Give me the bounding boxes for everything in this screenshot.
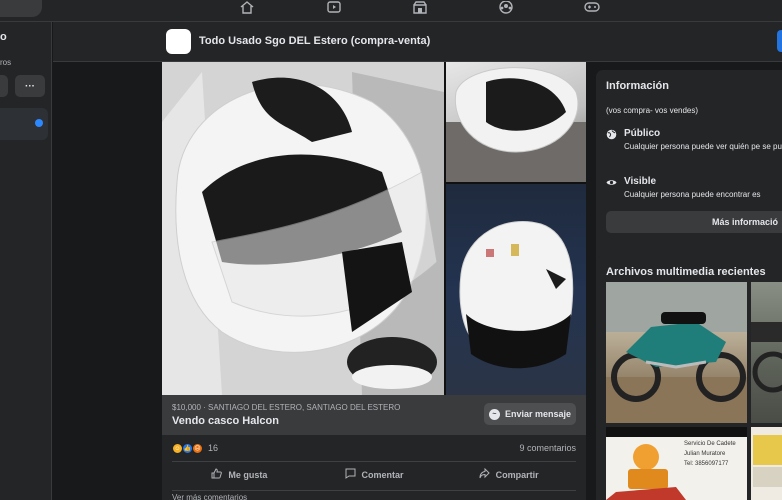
- send-message-label: Enviar mensaje: [504, 409, 572, 419]
- public-title: Público: [624, 128, 661, 139]
- group-info-card: Información (vos compra- vos vendes) Púb…: [596, 70, 782, 271]
- media-heading: Archivos multimedia recientes: [606, 266, 766, 278]
- top-navigation: [0, 0, 782, 22]
- sidebar-more-button[interactable]: ···: [15, 75, 45, 97]
- ad-line-1: Servicio De Cadete: [684, 441, 736, 447]
- messenger-icon: ~: [488, 408, 500, 420]
- ad-line-3: Tel: 3856097177: [684, 461, 729, 467]
- media-thumbnail-motorcycle[interactable]: [606, 282, 747, 423]
- comment-label: Comentar: [361, 469, 404, 480]
- visible-title: Visible: [624, 176, 657, 187]
- marketplace-icon[interactable]: [411, 0, 429, 14]
- info-heading: Información: [606, 80, 669, 92]
- reaction-emojis[interactable]: ☺ 👍 ☹: [172, 443, 203, 454]
- left-sidebar: o ros ···: [0, 22, 52, 500]
- privacy-public-row: Público Cualquier persona puede ver quié…: [606, 128, 782, 166]
- group-header: Todo Usado Sgo DEL Estero (compra-venta): [53, 22, 782, 62]
- unread-dot: [35, 119, 43, 127]
- group-name[interactable]: Todo Usado Sgo DEL Estero (compra-venta): [199, 35, 430, 47]
- media-thumbnail-sign[interactable]: [751, 427, 782, 500]
- share-label: Compartir: [495, 469, 539, 480]
- photo-grid[interactable]: [162, 62, 586, 395]
- like-label: Me gusta: [228, 469, 268, 480]
- search-bar[interactable]: [0, 0, 42, 17]
- listing-price-location: $10,000 · SANTIAGO DEL ESTERO, SANTIAGO …: [172, 403, 401, 412]
- group-avatar[interactable]: [166, 29, 191, 54]
- ad-line-2: Julian Muratore: [684, 451, 726, 457]
- media-thumbnail-delivery-ad[interactable]: Servicio De Cadete Julian Muratore Tel: …: [606, 427, 747, 500]
- angry-reaction-icon: ☹: [192, 443, 203, 454]
- more-info-button[interactable]: Más informació: [606, 211, 782, 233]
- globe-icon: [606, 129, 617, 143]
- like-button[interactable]: Me gusta: [172, 462, 307, 487]
- listing-details: $10,000 · SANTIAGO DEL ESTERO, SANTIAGO …: [162, 395, 586, 435]
- marketplace-post: $10,000 · SANTIAGO DEL ESTERO, SANTIAGO …: [162, 62, 586, 500]
- sidebar-subtitle: ros: [0, 58, 12, 67]
- watch-icon[interactable]: [325, 0, 343, 14]
- visibility-row: Visible Cualquier persona puede encontra…: [606, 176, 782, 206]
- reaction-count[interactable]: 16: [208, 443, 218, 453]
- helmet-photo-main[interactable]: [162, 62, 444, 395]
- recent-media-card: Archivos multimedia recientes Servicio D…: [596, 256, 782, 500]
- post-actions: Me gusta Comentar Compartir: [172, 461, 576, 487]
- share-icon: [479, 467, 490, 482]
- home-icon[interactable]: [238, 0, 256, 14]
- listing-title[interactable]: Vendo casco Halcon: [172, 415, 279, 427]
- join-button[interactable]: [777, 30, 782, 52]
- helmet-photo-side[interactable]: [446, 62, 586, 182]
- group-description: (vos compra- vos vendes): [606, 106, 699, 115]
- reactions-bar: ☺ 👍 ☹ 16 9 comentarios: [162, 435, 586, 461]
- media-thumbnail-motorcycle-2[interactable]: [751, 282, 782, 423]
- groups-icon[interactable]: [497, 0, 515, 14]
- helmet-photo-back[interactable]: [446, 184, 586, 395]
- eye-icon: [606, 177, 617, 191]
- view-more-comments-link[interactable]: Ver más comentarios: [172, 490, 576, 500]
- comment-icon: [345, 468, 356, 482]
- gaming-icon[interactable]: [583, 0, 601, 14]
- comment-button[interactable]: Comentar: [307, 462, 442, 487]
- sidebar-action-button[interactable]: [0, 75, 8, 97]
- public-description: Cualquier persona puede ver quién pe se …: [624, 142, 782, 151]
- thumbs-up-icon: [211, 467, 223, 482]
- share-button[interactable]: Compartir: [441, 462, 576, 487]
- comments-count[interactable]: 9 comentarios: [519, 443, 576, 453]
- visible-description: Cualquier persona puede encontrar es: [624, 190, 761, 199]
- send-message-button[interactable]: ~ Enviar mensaje: [484, 403, 576, 425]
- sidebar-title: o: [0, 31, 7, 43]
